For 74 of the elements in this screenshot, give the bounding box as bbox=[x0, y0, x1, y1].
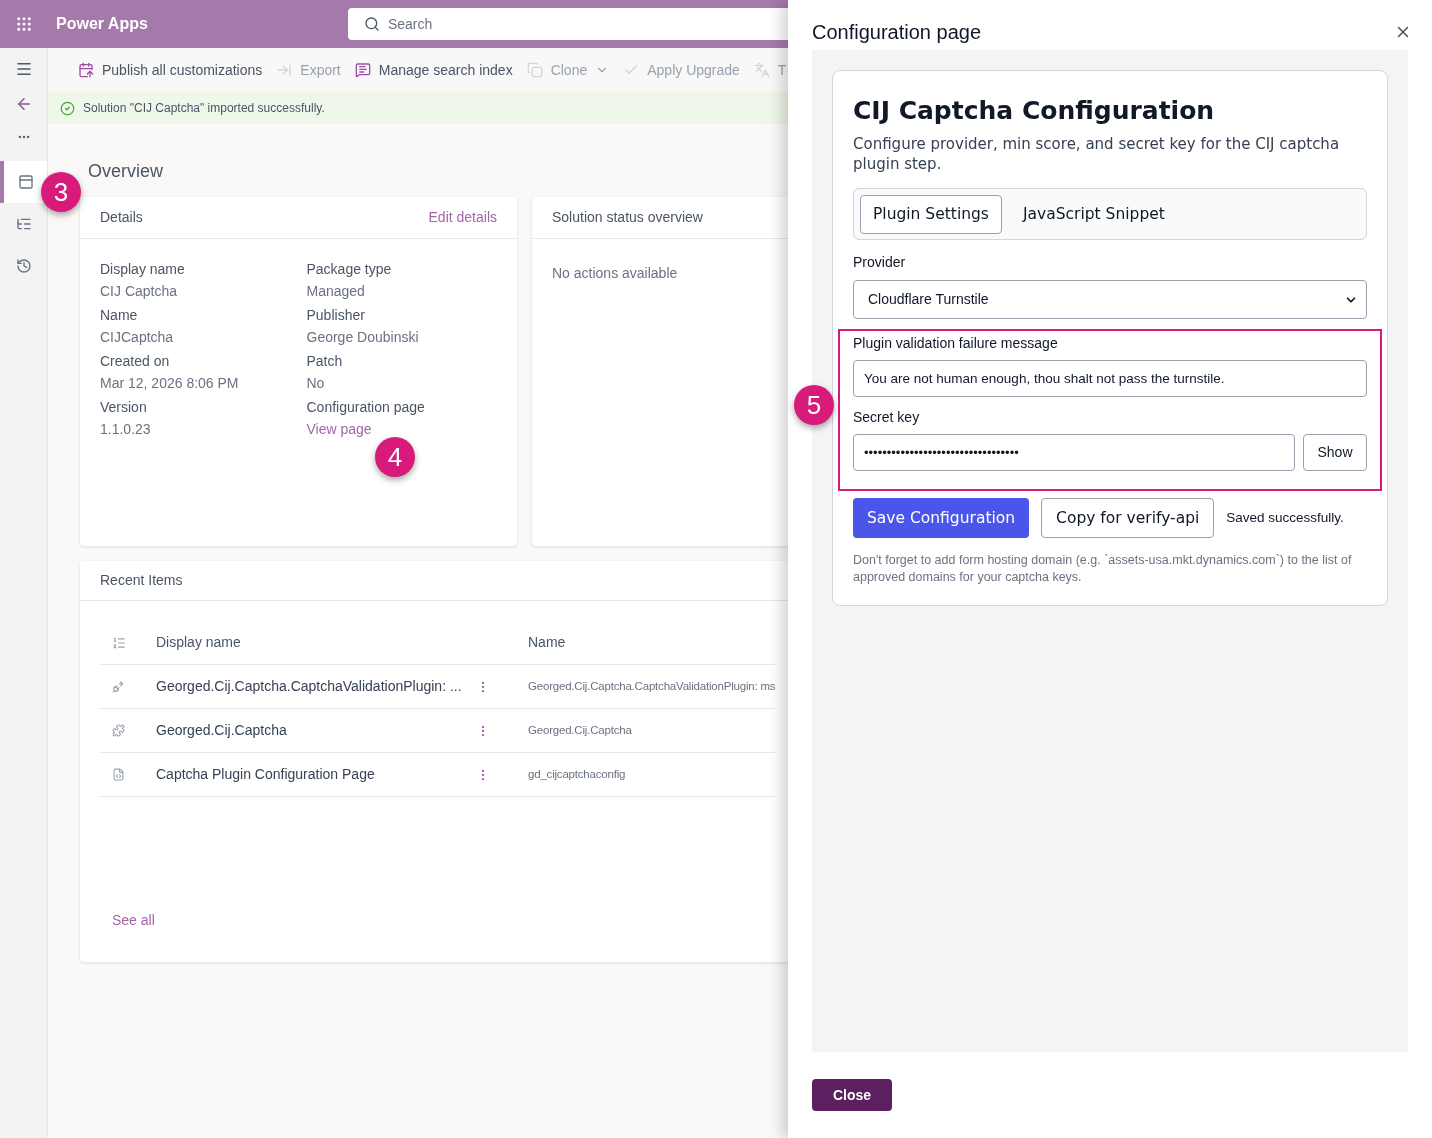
table-row[interactable]: Georged.Cij.Captcha Georged.Cij.Captcha bbox=[100, 709, 776, 753]
card-title: Recent Items bbox=[100, 571, 183, 590]
field-value: Mar 12, 2026 8:06 PM bbox=[100, 374, 240, 393]
field-value: No bbox=[306, 374, 326, 393]
search-index-icon bbox=[354, 62, 371, 78]
field-label: Display name bbox=[100, 260, 186, 279]
card-title: Solution status overview bbox=[552, 208, 703, 227]
see-all-link[interactable]: See all bbox=[112, 910, 155, 931]
search-icon bbox=[363, 16, 380, 32]
save-button[interactable]: Save Configuration bbox=[853, 498, 1030, 539]
field-label: Package type bbox=[306, 260, 393, 279]
field-label: Configuration page bbox=[306, 398, 426, 417]
table-cell-text: gd_cijcaptchaconfig bbox=[528, 766, 626, 782]
card-title: Details bbox=[100, 208, 143, 227]
table-row[interactable]: Georged.Cij.Captcha.CaptchaValidationPlugin: ... Georged.Cij.Captcha.CaptchaValidationPlugin: ms bbox=[100, 665, 776, 709]
field-label: Plugin validation failure message bbox=[853, 334, 1059, 354]
column-header[interactable]: Name bbox=[528, 632, 566, 653]
field-value: George Doubinski bbox=[306, 328, 420, 347]
list-icon bbox=[15, 216, 32, 232]
table-cell-text: Georged.Cij.Captcha bbox=[156, 721, 288, 740]
secret-key-field[interactable]: •••••••••••••••••••••••••••••••••• bbox=[853, 434, 1295, 472]
note-text: Don't forget to add form hosting domain (e.g. `assets-usa.mkt.dynamics.com`) to the list of approved domains for your captcha keys. bbox=[853, 552, 1353, 587]
list-icon bbox=[112, 635, 126, 650]
table-cell-text: Georged.Cij.Captcha.CaptchaValidationPlugin: ms bbox=[528, 678, 776, 694]
field-label: Version bbox=[100, 398, 148, 417]
app-launcher-icon[interactable] bbox=[15, 15, 33, 33]
table-cell-text: Georged.Cij.Captcha.CaptchaValidationPlugin: ... bbox=[156, 677, 463, 696]
plugin-step-icon bbox=[112, 680, 125, 693]
field-label: Provider bbox=[853, 253, 907, 273]
column-header[interactable]: Display name bbox=[156, 632, 528, 653]
nav-rail-item[interactable] bbox=[0, 161, 47, 203]
view-page-link[interactable]: View page bbox=[306, 419, 372, 439]
search-field[interactable]: Search bbox=[347, 8, 788, 40]
copy-button[interactable]: Copy for verify-api bbox=[1041, 498, 1215, 539]
solution-icon bbox=[17, 174, 34, 190]
success-icon bbox=[60, 100, 75, 116]
field-value: 1.1.0.23 bbox=[100, 420, 152, 439]
field-label: Secret key bbox=[853, 408, 921, 428]
field-label: Created on bbox=[100, 352, 171, 371]
close-button[interactable]: Close bbox=[812, 1079, 892, 1111]
field-label: Publisher bbox=[306, 306, 366, 325]
translate-icon bbox=[753, 62, 770, 78]
arrow-icon bbox=[276, 62, 293, 78]
show-button[interactable]: Show bbox=[1303, 434, 1367, 472]
search-input[interactable]: Search bbox=[387, 14, 569, 34]
save-status: Saved successfully. bbox=[1226, 509, 1344, 528]
config-description: Configure provider, min score, and secret key for the CIJ captcha plugin step. bbox=[853, 134, 1341, 175]
failure-message-field[interactable]: You are not human enough, thou shalt not pass the turnstile. bbox=[853, 360, 1367, 398]
app-title: Power Apps bbox=[56, 14, 148, 34]
table-cell-text: Captcha Plugin Configuration Page bbox=[156, 765, 376, 784]
tab[interactable]: Plugin Settings bbox=[860, 194, 1002, 234]
banner-text: Solution "CIJ Captcha" imported successfully. bbox=[83, 100, 325, 117]
puzzle-icon bbox=[112, 724, 125, 737]
config-heading: CIJ Captcha Configuration bbox=[853, 95, 1216, 127]
history-icon bbox=[15, 258, 32, 274]
command-button[interactable]: Manage search index bbox=[354, 59, 513, 81]
command-button[interactable]: Publish all customizations bbox=[78, 59, 263, 81]
table-row[interactable]: Captcha Plugin Configuration Page gd_cijcaptchaconfig bbox=[100, 753, 776, 797]
copy-icon bbox=[526, 62, 543, 78]
page-title: Overview bbox=[88, 160, 164, 183]
empty-state-text: No actions available bbox=[552, 265, 678, 281]
publish-icon bbox=[78, 62, 94, 78]
provider-select[interactable]: Cloudflare Turnstile bbox=[853, 280, 1367, 320]
field-label: Name bbox=[100, 306, 139, 325]
table-cell-text: Georged.Cij.Captcha bbox=[528, 722, 632, 738]
menu-icon[interactable] bbox=[14, 60, 33, 78]
field-label: Patch bbox=[306, 352, 344, 371]
field-value: CIJCaptcha bbox=[100, 328, 175, 347]
field-value: Managed bbox=[306, 282, 366, 301]
edit-details-link[interactable]: Edit details bbox=[428, 207, 497, 228]
field-value: CIJ Captcha bbox=[100, 282, 179, 301]
file-icon bbox=[112, 768, 125, 781]
panel-title: Configuration page bbox=[812, 20, 981, 45]
tab[interactable]: JavaScript Snippet bbox=[1009, 194, 1178, 234]
